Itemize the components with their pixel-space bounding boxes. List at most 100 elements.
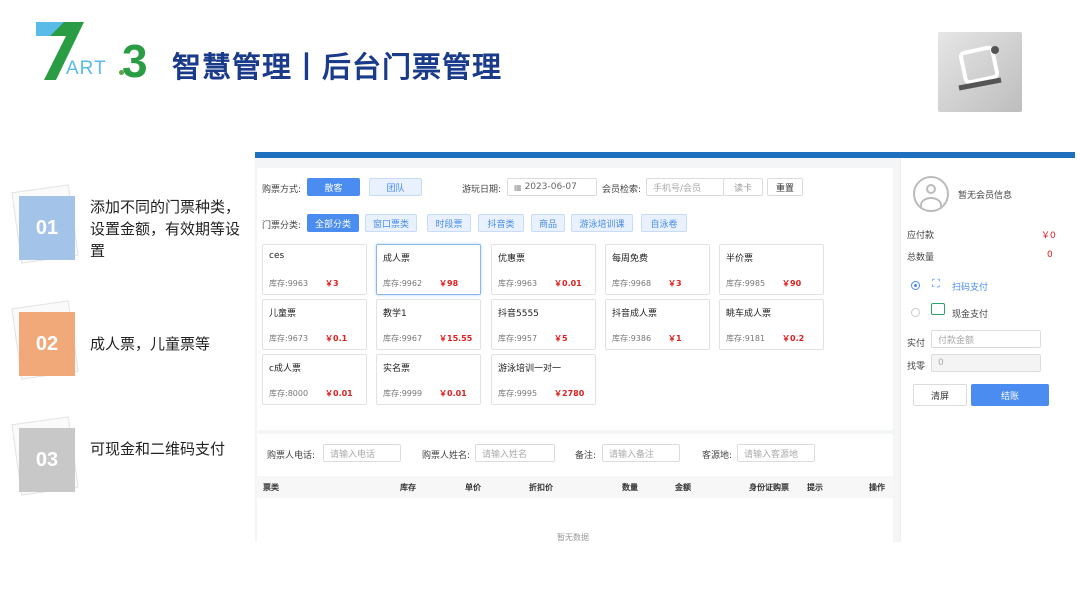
feature-text: 成人票，儿童票等	[90, 335, 211, 353]
ticket-name: 成人票	[383, 254, 411, 264]
column-header: 折扣价	[529, 483, 553, 492]
remark-input[interactable]: 请输入备注	[602, 444, 680, 462]
scan-icon: ⛶	[932, 277, 940, 290]
pay-scan-label: 扫码支付	[952, 283, 989, 293]
ticket-card[interactable]: 优惠票 库存:9963 ￥0.01	[491, 244, 596, 295]
ticket-stock: 库存:9963	[269, 279, 309, 288]
ticket-stock: 库存:9386	[612, 334, 652, 343]
read-card-button[interactable]: 读卡	[723, 178, 763, 196]
pay-scan-radio[interactable]	[911, 281, 920, 290]
ticket-card[interactable]: 抖音5555 库存:9957 ￥5	[491, 299, 596, 350]
ticket-stock: 库存:9967	[383, 334, 423, 343]
ticket-stock: 库存:9957	[498, 334, 538, 343]
ticket-name: 儿童票	[269, 309, 297, 319]
ticket-card[interactable]: 半价票 库存:9985 ￥90	[719, 244, 824, 295]
ticket-price: ￥5	[554, 334, 568, 343]
visit-date-value: 2023-06-07	[524, 182, 577, 192]
column-header: 票类	[263, 483, 279, 492]
mode-group-button[interactable]: 团队	[369, 178, 422, 196]
ticket-stock: 库存:9962	[383, 279, 423, 288]
ticket-price: ￥0.01	[439, 389, 467, 398]
ticket-card[interactable]: 每周免费 库存:9968 ￥3	[605, 244, 710, 295]
change-label: 找零	[907, 362, 926, 372]
ticket-stock: 库存:8000	[269, 389, 309, 398]
brand-logo-icon	[958, 45, 1002, 91]
cart-table-header: 票类 库存 单价 折扣价 数量 金额 身份证购票 提示 操作	[257, 476, 893, 498]
category-tab-timeslot[interactable]: 时段票	[427, 214, 471, 232]
checkout-sidebar: 暂无会员信息 应付款 ￥0 总数量 0 ⛶ 扫码支付 现金支付 实付 付款金额 …	[900, 158, 1075, 542]
checkout-button[interactable]: 结账	[971, 384, 1049, 406]
ticket-name: 半价票	[726, 254, 754, 264]
buyer-name-input[interactable]: 请输入姓名	[475, 444, 555, 462]
ticket-card[interactable]: ces 库存:9963 ￥3	[262, 244, 367, 295]
category-tab-swim-course[interactable]: 游泳培训课	[571, 214, 633, 232]
paid-amount-input[interactable]: 付款金额	[931, 330, 1041, 348]
ticket-card[interactable]: 儿童票 库存:9673 ￥0.1	[262, 299, 367, 350]
feature-number: 01	[19, 196, 75, 260]
total-qty-value: 0	[1047, 250, 1053, 260]
ticket-card[interactable]: 实名票 库存:9999 ￥0.01	[376, 354, 481, 405]
category-label: 门票分类:	[262, 221, 302, 231]
column-header: 单价	[465, 483, 481, 492]
ticket-app-screenshot: 购票方式: 散客 团队 游玩日期: ▦ 2023-06-07 会员检索: 手机号…	[255, 152, 1075, 542]
purchase-mode-label: 购票方式:	[262, 185, 302, 195]
ticket-card[interactable]: c成人票 库存:8000 ￥0.01	[262, 354, 367, 405]
ticket-name: ces	[269, 251, 285, 261]
member-search-input[interactable]: 手机号/会员	[646, 178, 724, 196]
page-title: 智慧管理丨后台门票管理	[172, 50, 503, 84]
feature-number: 03	[19, 428, 75, 492]
ticket-price: ￥3	[668, 279, 682, 288]
category-tab-goods[interactable]: 商品	[531, 214, 565, 232]
column-header: 操作	[869, 483, 885, 492]
buyer-phone-input[interactable]: 请输入电话	[323, 444, 401, 462]
ticket-card[interactable]: 游泳培训一对一 库存:9995 ￥2780	[491, 354, 596, 405]
visit-date-input[interactable]: ▦ 2023-06-07	[507, 178, 597, 196]
ticket-card[interactable]: 教学1 库存:9967 ￥15.55	[376, 299, 481, 350]
mode-single-button[interactable]: 散客	[307, 178, 360, 196]
feature-number: 02	[19, 312, 75, 376]
pay-cash-label: 现金支付	[952, 310, 989, 320]
ticket-selection-panel: 购票方式: 散客 团队 游玩日期: ▦ 2023-06-07 会员检索: 手机号…	[257, 168, 893, 430]
part-art-label: ART	[66, 58, 107, 79]
buyer-name-label: 购票人姓名:	[422, 451, 471, 461]
ticket-price: ￥0.01	[325, 389, 353, 398]
cash-icon	[931, 303, 945, 315]
ticket-name: 每周免费	[612, 254, 649, 264]
ticket-card[interactable]: 成人票 库存:9962 ￥98	[376, 244, 481, 295]
ticket-name: c成人票	[269, 364, 301, 374]
ticket-price: ￥3	[325, 279, 339, 288]
feature-text: 添加不同的门票种类，设置金额，有效期等设置	[90, 198, 241, 260]
ticket-stock: 库存:9968	[612, 279, 652, 288]
ticket-stock: 库存:9181	[726, 334, 766, 343]
ticket-name: 优惠票	[498, 254, 526, 264]
feature-text: 可现金和二维码支付	[90, 440, 226, 458]
calendar-icon: ▦	[514, 182, 522, 192]
buyer-phone-label: 购票人电话:	[267, 451, 316, 461]
ticket-name: 抖音成人票	[612, 309, 658, 319]
pay-cash-radio[interactable]	[911, 308, 920, 317]
change-input: 0	[931, 354, 1041, 372]
payable-value: ￥0	[1041, 231, 1056, 241]
category-tab-swim-voucher[interactable]: 自泳卷	[641, 214, 687, 232]
ticket-stock: 库存:9995	[498, 389, 538, 398]
ticket-price: ￥1	[668, 334, 682, 343]
paid-label: 实付	[907, 339, 926, 349]
ticket-card[interactable]: 抖音成人票 库存:9386 ￥1	[605, 299, 710, 350]
category-tab-window[interactable]: 窗口票类	[365, 214, 417, 232]
payable-label: 应付款	[907, 231, 935, 241]
part-number: 3	[122, 35, 148, 87]
category-tab-all[interactable]: 全部分类	[307, 214, 359, 232]
source-input[interactable]: 请输入客源地	[737, 444, 815, 462]
member-avatar-icon	[913, 176, 949, 212]
reset-button[interactable]: 重置	[767, 178, 803, 196]
category-tab-douyin[interactable]: 抖音类	[478, 214, 524, 232]
ticket-name: 眺车成人票	[726, 309, 772, 319]
ticket-price: ￥0.2	[782, 334, 805, 343]
ticket-card[interactable]: 眺车成人票 库存:9181 ￥0.2	[719, 299, 824, 350]
ticket-name: 实名票	[383, 364, 411, 374]
column-header: 身份证购票	[749, 483, 789, 492]
ticket-price: ￥2780	[554, 389, 585, 398]
ticket-price: ￥90	[782, 279, 802, 288]
member-search-label: 会员检索:	[602, 185, 642, 195]
clear-screen-button[interactable]: 清屏	[913, 384, 967, 406]
